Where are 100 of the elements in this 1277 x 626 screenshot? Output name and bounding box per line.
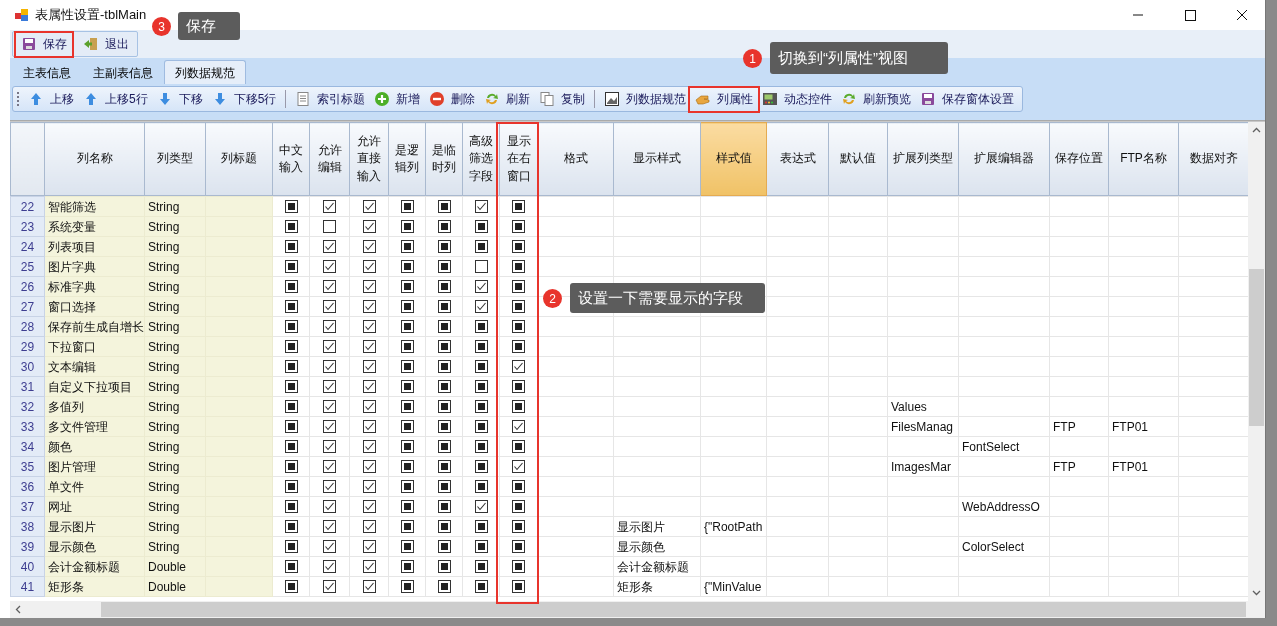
checkbox[interactable] bbox=[284, 320, 298, 333]
checkbox[interactable] bbox=[474, 500, 488, 513]
checkbox[interactable] bbox=[437, 380, 451, 393]
column-header[interactable]: 显示样式 bbox=[613, 122, 701, 196]
checkbox[interactable] bbox=[400, 560, 414, 573]
column-header[interactable]: 表达式 bbox=[766, 122, 829, 196]
column-header[interactable]: 格式 bbox=[537, 122, 614, 196]
checkbox[interactable] bbox=[284, 420, 298, 433]
toolbar-button[interactable]: 复制 bbox=[535, 88, 590, 110]
checkbox[interactable] bbox=[362, 280, 376, 293]
column-header[interactable]: 默认值 bbox=[828, 122, 888, 196]
checkbox[interactable] bbox=[474, 540, 488, 553]
checkbox[interactable] bbox=[512, 540, 525, 553]
column-header[interactable]: 列标题 bbox=[205, 122, 273, 196]
checkbox[interactable] bbox=[284, 300, 298, 313]
checkbox[interactable] bbox=[284, 580, 298, 593]
checkbox[interactable] bbox=[323, 520, 336, 533]
checkbox[interactable] bbox=[474, 280, 488, 293]
toolbar-button[interactable]: 上移 bbox=[24, 88, 78, 110]
checkbox[interactable] bbox=[474, 360, 488, 373]
tab[interactable]: 主表信息 bbox=[12, 60, 82, 84]
checkbox[interactable] bbox=[284, 480, 298, 493]
checkbox[interactable] bbox=[284, 520, 298, 533]
column-header[interactable]: 列名称 bbox=[44, 122, 145, 196]
checkbox[interactable] bbox=[362, 380, 376, 393]
checkbox[interactable] bbox=[362, 260, 376, 273]
checkbox[interactable] bbox=[437, 260, 451, 273]
checkbox[interactable] bbox=[400, 380, 414, 393]
checkbox[interactable] bbox=[323, 200, 336, 213]
checkbox[interactable] bbox=[437, 520, 451, 533]
checkbox[interactable] bbox=[323, 340, 336, 353]
toolbar-button[interactable]: 删除 bbox=[425, 88, 480, 110]
checkbox[interactable] bbox=[362, 200, 376, 213]
checkbox[interactable] bbox=[362, 420, 376, 433]
checkbox[interactable] bbox=[400, 400, 414, 413]
toolbar-button[interactable]: 刷新预览 bbox=[837, 88, 916, 110]
checkbox[interactable] bbox=[474, 220, 488, 233]
column-header[interactable]: 保存位置 bbox=[1049, 122, 1109, 196]
checkbox[interactable] bbox=[323, 300, 336, 313]
checkbox[interactable] bbox=[284, 280, 298, 293]
tab[interactable]: 主副表信息 bbox=[82, 60, 164, 84]
checkbox[interactable] bbox=[323, 440, 336, 453]
checkbox[interactable] bbox=[362, 540, 376, 553]
checkbox[interactable] bbox=[512, 340, 525, 353]
checkbox[interactable] bbox=[437, 400, 451, 413]
checkbox[interactable] bbox=[512, 200, 525, 213]
column-header[interactable]: 允许编辑 bbox=[309, 122, 350, 196]
checkbox[interactable] bbox=[474, 420, 488, 433]
checkbox[interactable] bbox=[362, 460, 376, 473]
checkbox[interactable] bbox=[284, 200, 298, 213]
checkbox[interactable] bbox=[362, 580, 376, 593]
checkbox[interactable] bbox=[474, 340, 488, 353]
checkbox[interactable] bbox=[400, 360, 414, 373]
checkbox[interactable] bbox=[437, 200, 451, 213]
checkbox[interactable] bbox=[437, 280, 451, 293]
checkbox[interactable] bbox=[437, 460, 451, 473]
checkbox[interactable] bbox=[284, 400, 298, 413]
checkbox[interactable] bbox=[400, 240, 414, 253]
checkbox[interactable] bbox=[437, 340, 451, 353]
checkbox[interactable] bbox=[512, 460, 525, 473]
vertical-scrollbar[interactable] bbox=[1248, 122, 1265, 601]
checkbox[interactable] bbox=[512, 320, 525, 333]
checkbox[interactable] bbox=[362, 300, 376, 313]
toolbar-button[interactable]: 下移 bbox=[152, 88, 207, 110]
checkbox[interactable] bbox=[512, 480, 525, 493]
checkbox[interactable] bbox=[474, 240, 488, 253]
checkbox[interactable] bbox=[323, 460, 336, 473]
checkbox[interactable] bbox=[400, 200, 414, 213]
checkbox[interactable] bbox=[437, 320, 451, 333]
checkbox[interactable] bbox=[512, 440, 525, 453]
checkbox[interactable] bbox=[323, 560, 336, 573]
toolbar-button[interactable]: 保存窗体设置 bbox=[916, 88, 1019, 110]
checkbox[interactable] bbox=[284, 360, 298, 373]
checkbox[interactable] bbox=[474, 300, 488, 313]
checkbox[interactable] bbox=[474, 260, 488, 273]
checkbox[interactable] bbox=[512, 560, 525, 573]
checkbox[interactable] bbox=[437, 580, 451, 593]
toolbar-button[interactable]: 动态控件 bbox=[758, 88, 837, 110]
checkbox[interactable] bbox=[400, 260, 414, 273]
checkbox[interactable] bbox=[323, 400, 336, 413]
checkbox[interactable] bbox=[400, 420, 414, 433]
column-header[interactable]: FTP名称 bbox=[1108, 122, 1179, 196]
toolbar-button[interactable]: 列属性 bbox=[691, 88, 758, 110]
checkbox[interactable] bbox=[512, 360, 525, 373]
checkbox[interactable] bbox=[437, 540, 451, 553]
checkbox[interactable] bbox=[474, 200, 488, 213]
checkbox[interactable] bbox=[362, 360, 376, 373]
column-header[interactable]: 中文输入 bbox=[272, 122, 310, 196]
checkbox[interactable] bbox=[323, 500, 336, 513]
checkbox[interactable] bbox=[400, 320, 414, 333]
checkbox[interactable] bbox=[437, 220, 451, 233]
column-header[interactable]: 是逻辑列 bbox=[388, 122, 426, 196]
checkbox[interactable] bbox=[437, 300, 451, 313]
checkbox[interactable] bbox=[284, 540, 298, 553]
checkbox[interactable] bbox=[284, 380, 298, 393]
checkbox[interactable] bbox=[437, 480, 451, 493]
checkbox[interactable] bbox=[323, 480, 336, 493]
checkbox[interactable] bbox=[400, 340, 414, 353]
toolbar-button[interactable]: 索引标题 bbox=[291, 88, 370, 110]
checkbox[interactable] bbox=[362, 480, 376, 493]
